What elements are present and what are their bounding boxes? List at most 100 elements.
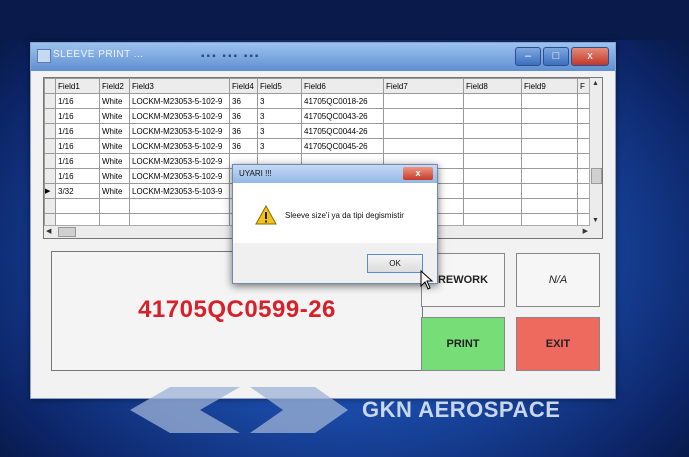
column-header[interactable]: Field7 [383,78,464,94]
table-cell[interactable]: 3/32 [55,183,100,199]
column-header[interactable]: Field5 [257,78,302,94]
column-header[interactable]: Field4 [229,78,258,94]
current-row-marker-icon[interactable]: ▶ [44,183,56,199]
table-cell[interactable] [521,138,578,154]
desktop-background: SLEEVE PRINT ... ▪▪▪ ▪▪▪ ▪▪▪ – □ x Field… [0,0,689,457]
table-cell[interactable]: LOCKM-M23053-5-102-9 [129,153,230,169]
table-cell[interactable]: 41705QC0044-26 [301,123,384,139]
horizontal-scroll-thumb[interactable] [58,227,76,237]
row-selector[interactable] [44,93,56,109]
window-title: SLEEVE PRINT ... [53,49,144,60]
table-cell[interactable] [463,123,522,139]
table-cell[interactable] [521,123,578,139]
table-cell[interactable] [521,93,578,109]
column-header[interactable]: Field8 [463,78,522,94]
maximize-button[interactable]: □ [543,47,569,66]
ok-button[interactable]: OK [367,254,423,273]
table-cell[interactable] [463,108,522,124]
table-cell[interactable] [521,108,578,124]
table-cell[interactable]: 3 [257,138,302,154]
table-cell[interactable]: LOCKM-M23053-5-103-9 [129,183,230,199]
table-cell[interactable] [463,93,522,109]
table-cell[interactable]: LOCKM-M23053-5-102-9 [129,168,230,184]
column-header[interactable]: Field2 [99,78,130,94]
dialog-close-button[interactable]: x [403,167,433,180]
table-row[interactable]: 1/16 White LOCKM-M23053-5-102-9 36 3 41705QC0… [44,93,592,109]
table-cell[interactable]: 1/16 [55,153,100,169]
table-cell[interactable]: White [99,168,130,184]
row-selector[interactable] [44,168,56,184]
table-cell[interactable]: 41705QC0045-26 [301,138,384,154]
table-cell[interactable]: 1/16 [55,168,100,184]
empty-cell [55,198,100,214]
table-cell[interactable]: White [99,108,130,124]
title-bar[interactable]: SLEEVE PRINT ... ▪▪▪ ▪▪▪ ▪▪▪ – □ x [31,43,615,71]
scroll-down-icon[interactable]: ▼ [592,217,599,224]
table-cell[interactable]: 3 [257,123,302,139]
print-button[interactable]: PRINT [421,317,505,371]
scroll-up-icon[interactable]: ▲ [592,80,599,87]
table-cell[interactable]: 36 [229,138,258,154]
exit-button[interactable]: EXIT [516,317,600,371]
table-row[interactable]: 1/16 White LOCKM-M23053-5-102-9 36 3 41705QC0… [44,108,592,124]
table-cell[interactable]: LOCKM-M23053-5-102-9 [129,138,230,154]
table-cell[interactable] [521,183,578,199]
column-header[interactable]: Field1 [55,78,100,94]
table-cell[interactable] [383,138,464,154]
table-cell[interactable]: LOCKM-M23053-5-102-9 [129,123,230,139]
table-cell[interactable] [463,183,522,199]
table-cell[interactable] [463,168,522,184]
table-cell[interactable]: 3 [257,108,302,124]
close-button[interactable]: x [571,47,609,66]
column-header[interactable]: Field6 [301,78,384,94]
table-cell[interactable] [463,138,522,154]
table-cell[interactable] [521,168,578,184]
scroll-right-icon[interactable]: ▶ [583,227,588,235]
table-cell[interactable]: White [99,183,130,199]
current-code-label: 41705QC0599-26 [138,296,336,323]
table-cell[interactable]: LOCKM-M23053-5-102-9 [129,93,230,109]
table-cell[interactable]: 36 [229,93,258,109]
app-icon [37,49,51,63]
table-cell[interactable]: 36 [229,108,258,124]
table-cell[interactable]: 41705QC0018-26 [301,93,384,109]
row-selector[interactable] [44,108,56,124]
minimize-button[interactable]: – [515,47,541,66]
table-cell[interactable]: White [99,138,130,154]
desktop-top-band [0,0,689,40]
table-cell[interactable]: 1/16 [55,138,100,154]
table-cell[interactable]: White [99,123,130,139]
table-cell[interactable]: 41705QC0043-26 [301,108,384,124]
table-cell[interactable] [521,153,578,169]
grid-corner [44,78,56,94]
table-cell[interactable] [463,153,522,169]
gkn-logo: GKN AEROSPACE [90,385,610,435]
column-header[interactable]: Field3 [129,78,230,94]
empty-cell [44,198,56,214]
empty-cell [129,198,230,214]
table-cell[interactable]: 1/16 [55,93,100,109]
row-selector[interactable] [44,153,56,169]
table-cell[interactable]: White [99,93,130,109]
na-button[interactable]: N/A [516,253,600,307]
vertical-scrollbar[interactable]: ▲ ▼ [589,78,602,238]
table-cell[interactable]: 1/16 [55,123,100,139]
column-header[interactable]: Field9 [521,78,578,94]
table-cell[interactable] [383,108,464,124]
table-cell[interactable]: 3 [257,93,302,109]
table-cell[interactable]: LOCKM-M23053-5-102-9 [129,108,230,124]
table-cell[interactable] [383,123,464,139]
dialog-title: UYARI !!! [239,169,272,178]
table-row[interactable]: 1/16 White LOCKM-M23053-5-102-9 36 3 41705QC0… [44,138,592,154]
dialog-title-bar[interactable]: UYARI !!! x [233,165,437,183]
scroll-left-icon[interactable]: ◀ [46,227,51,235]
table-cell[interactable] [383,93,464,109]
row-selector[interactable] [44,138,56,154]
table-cell[interactable]: 1/16 [55,108,100,124]
table-cell[interactable]: 36 [229,123,258,139]
empty-cell [521,198,578,214]
vertical-scroll-thumb[interactable] [591,168,602,184]
table-cell[interactable]: White [99,153,130,169]
row-selector[interactable] [44,123,56,139]
table-row[interactable]: 1/16 White LOCKM-M23053-5-102-9 36 3 41705QC0… [44,123,592,139]
